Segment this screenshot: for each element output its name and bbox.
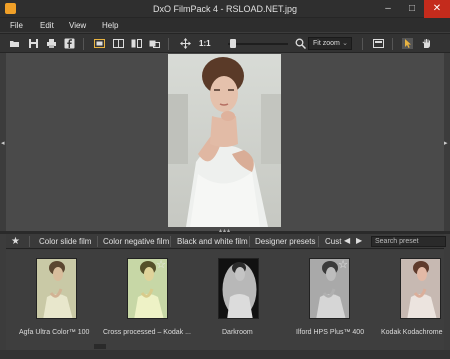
menu-file[interactable]: File [10,21,23,30]
side-by-side-icon[interactable] [149,38,160,49]
tab-designer-presets[interactable]: Designer presets [255,237,315,246]
hand-tool-icon[interactable] [421,38,432,49]
zoom-fit-dropdown[interactable]: Fit zoom ⌄ [308,37,352,50]
move-icon[interactable] [180,38,191,49]
zoom-slider-thumb[interactable] [229,39,236,48]
close-button[interactable]: ✕ [424,0,450,18]
tab-divider [29,236,30,247]
menu-view[interactable]: View [69,21,86,30]
preset-thumbnail[interactable]: ☆ [309,258,350,319]
filmstrip-scrollbar[interactable] [94,344,106,349]
zoom-fit-value: Fit zoom [313,40,340,47]
right-panel-toggle-icon[interactable]: ▸ [444,139,448,147]
preset-thumbnail[interactable]: ☆ [127,258,168,319]
thumbnail-photo [401,259,440,318]
preset-label: Ilford HPS Plus™ 400 [296,329,365,336]
thumbnail-photo [219,259,258,318]
toolbar-divider [392,38,393,50]
search-preset-input[interactable]: Search preset [371,236,446,247]
preset-thumbnail[interactable] [36,258,77,319]
favorites-star-icon[interactable]: ★ [11,236,20,247]
menu-edit[interactable]: Edit [40,21,54,30]
menu-help[interactable]: Help [102,21,118,30]
maximize-button[interactable]: □ [400,0,424,18]
toolbar-divider [362,38,363,50]
title-bar: DxO FilmPack 4 - RSLOAD.NET.jpg – □ ✕ [0,0,450,18]
tab-color-slide-film[interactable]: Color slide film [39,237,91,246]
menu-bar: File Edit View Help [0,18,450,32]
minimize-button[interactable]: – [376,0,400,18]
tab-divider [170,236,171,247]
tabs-scroll-right-icon[interactable]: ▶ [356,236,362,245]
preset-label: Cross processed – Kodak ... [103,329,191,336]
preset-thumbnail[interactable] [400,258,441,319]
chevron-down-icon: ⌄ [342,40,348,47]
preview-window-icon[interactable] [373,38,384,49]
split-view-icon[interactable] [113,38,124,49]
splitter-grip-icon[interactable]: ▴▴▴ [219,227,231,234]
save-icon[interactable] [28,38,39,49]
preset-thumbnail[interactable] [218,258,259,319]
tab-divider [318,236,319,247]
toolbar: 1:1 Fit zoom ⌄ [0,33,450,53]
preset-label: Kodak Kodachrome [381,329,443,336]
tab-color-negative-film[interactable]: Color negative film [103,237,169,246]
preset-label: Agfa Ultra Color™ 100 [19,329,90,336]
preview-photo [168,54,281,227]
tabs-scroll-left-icon[interactable]: ◀ [344,236,350,245]
select-arrow-icon[interactable] [402,38,413,49]
tab-black-and-white-film[interactable]: Black and white film [177,237,248,246]
status-bar [0,350,450,359]
tab-divider [97,236,98,247]
before-after-icon[interactable] [131,38,142,49]
preset-label: Darkroom [222,329,253,336]
favorite-star-icon[interactable]: ☆ [338,260,348,271]
zoom-one-to-one[interactable]: 1:1 [199,39,211,48]
tab-custom[interactable]: Cust [325,237,341,246]
search-icon[interactable] [295,38,306,49]
preset-tab-bar: ★ Color slide film Color negative film B… [6,234,446,249]
open-folder-icon[interactable] [9,38,20,49]
toolbar-divider [83,38,84,50]
print-icon[interactable] [46,38,57,49]
toolbar-divider [168,38,169,50]
left-panel-toggle-icon[interactable]: ◂ [1,139,5,147]
facebook-icon[interactable] [64,38,75,49]
favorite-star-icon[interactable]: ☆ [156,260,166,271]
portrait-photo [168,54,281,227]
zoom-slider-track[interactable] [228,43,288,45]
tab-divider [249,236,250,247]
compare-view-icon[interactable] [94,38,105,49]
thumbnail-photo [37,259,76,318]
